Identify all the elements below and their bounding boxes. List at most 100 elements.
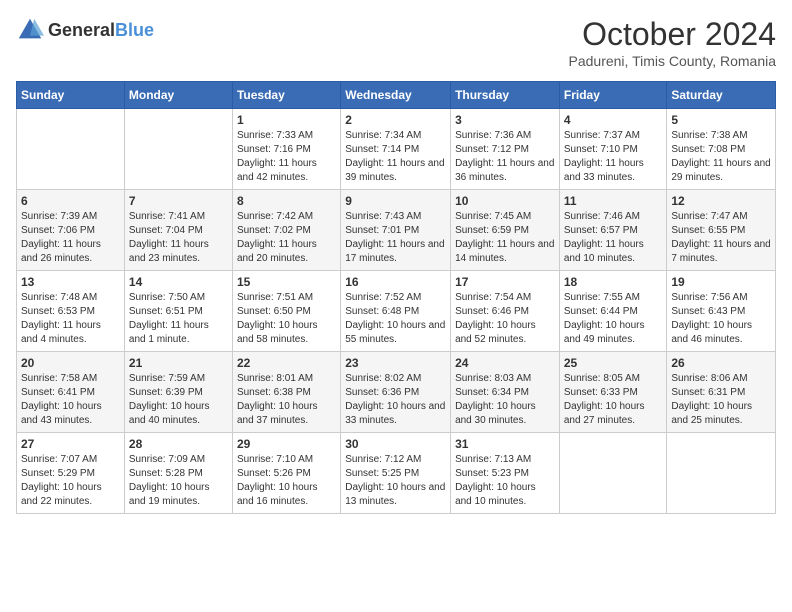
calendar-cell: 3 Sunrise: 7:36 AM Sunset: 7:12 PM Daylig…: [451, 109, 560, 190]
day-number: 5: [671, 113, 771, 127]
calendar-cell: 8 Sunrise: 7:42 AM Sunset: 7:02 PM Daylig…: [232, 190, 340, 271]
calendar-cell: 15 Sunrise: 7:51 AM Sunset: 6:50 PM Dayli…: [232, 271, 340, 352]
logo: GeneralBlue: [16, 16, 154, 44]
day-number: 2: [345, 113, 446, 127]
calendar-cell: 26 Sunrise: 8:06 AM Sunset: 6:31 PM Dayli…: [667, 352, 776, 433]
calendar-cell: 25Sunrise: 8:05 AM Sunset: 6:33 PM Dayli…: [559, 352, 667, 433]
day-info: Sunrise: 7:39 AM Sunset: 7:06 PM Dayligh…: [21, 210, 120, 266]
calendar-cell: 14 Sunrise: 7:50 AM Sunset: 6:51 PM Dayli…: [124, 271, 232, 352]
calendar-header-row: SundayMondayTuesdayWednesdayThursdayFrid…: [17, 82, 776, 109]
day-number: 6: [21, 194, 120, 208]
day-number: 24: [455, 356, 555, 370]
day-of-week-monday: Monday: [124, 82, 232, 109]
calendar-week-5: 27Sunrise: 7:07 AM Sunset: 5:29 PM Dayli…: [17, 433, 776, 514]
day-number: 20: [21, 356, 120, 370]
day-info: Sunrise: 8:02 AM Sunset: 6:36 PM Dayligh…: [345, 372, 446, 428]
day-of-week-sunday: Sunday: [17, 82, 125, 109]
calendar-title: October 2024: [569, 16, 777, 53]
day-number: 17: [455, 275, 555, 289]
day-info: Sunrise: 7:33 AM Sunset: 7:16 PM Dayligh…: [237, 129, 336, 185]
calendar-cell: 7Sunrise: 7:41 AM Sunset: 7:04 PM Daylig…: [124, 190, 232, 271]
calendar-cell: 1Sunrise: 7:33 AM Sunset: 7:16 PM Daylig…: [232, 109, 340, 190]
calendar-cell: 27Sunrise: 7:07 AM Sunset: 5:29 PM Dayli…: [17, 433, 125, 514]
day-info: Sunrise: 7:37 AM Sunset: 7:10 PM Dayligh…: [564, 129, 663, 185]
calendar-cell: 5 Sunrise: 7:38 AM Sunset: 7:08 PM Daylig…: [667, 109, 776, 190]
calendar-table: SundayMondayTuesdayWednesdayThursdayFrid…: [16, 81, 776, 514]
day-number: 26: [671, 356, 771, 370]
day-number: 4: [564, 113, 663, 127]
calendar-cell: [17, 109, 125, 190]
day-info: Sunrise: 7:13 AM Sunset: 5:23 PM Dayligh…: [455, 453, 555, 509]
calendar-cell: 24 Sunrise: 8:03 AM Sunset: 6:34 PM Dayli…: [451, 352, 560, 433]
day-info: Sunrise: 7:38 AM Sunset: 7:08 PM Dayligh…: [671, 129, 771, 185]
calendar-cell: 6 Sunrise: 7:39 AM Sunset: 7:06 PM Daylig…: [17, 190, 125, 271]
day-info: Sunrise: 8:01 AM Sunset: 6:38 PM Dayligh…: [237, 372, 336, 428]
calendar-week-2: 6 Sunrise: 7:39 AM Sunset: 7:06 PM Daylig…: [17, 190, 776, 271]
calendar-cell: 31 Sunrise: 7:13 AM Sunset: 5:23 PM Dayli…: [451, 433, 560, 514]
calendar-cell: 12 Sunrise: 7:47 AM Sunset: 6:55 PM Dayli…: [667, 190, 776, 271]
page-header: GeneralBlue October 2024 Padureni, Timis…: [16, 16, 776, 69]
calendar-cell: 10Sunrise: 7:45 AM Sunset: 6:59 PM Dayli…: [451, 190, 560, 271]
day-number: 16: [345, 275, 446, 289]
day-info: Sunrise: 7:41 AM Sunset: 7:04 PM Dayligh…: [129, 210, 228, 266]
day-of-week-thursday: Thursday: [451, 82, 560, 109]
day-number: 18: [564, 275, 663, 289]
day-info: Sunrise: 7:51 AM Sunset: 6:50 PM Dayligh…: [237, 291, 336, 347]
logo-blue: Blue: [115, 20, 154, 40]
day-number: 19: [671, 275, 771, 289]
day-info: Sunrise: 7:42 AM Sunset: 7:02 PM Dayligh…: [237, 210, 336, 266]
calendar-cell: 18 Sunrise: 7:55 AM Sunset: 6:44 PM Dayli…: [559, 271, 667, 352]
day-info: Sunrise: 7:43 AM Sunset: 7:01 PM Dayligh…: [345, 210, 446, 266]
calendar-cell: [124, 109, 232, 190]
day-number: 30: [345, 437, 446, 451]
day-info: Sunrise: 7:10 AM Sunset: 5:26 PM Dayligh…: [237, 453, 336, 509]
calendar-cell: 17 Sunrise: 7:54 AM Sunset: 6:46 PM Dayli…: [451, 271, 560, 352]
day-number: 12: [671, 194, 771, 208]
day-number: 29: [237, 437, 336, 451]
day-info: Sunrise: 8:03 AM Sunset: 6:34 PM Dayligh…: [455, 372, 555, 428]
day-info: Sunrise: 7:45 AM Sunset: 6:59 PM Dayligh…: [455, 210, 555, 266]
day-number: 27: [21, 437, 120, 451]
day-info: Sunrise: 7:09 AM Sunset: 5:28 PM Dayligh…: [129, 453, 228, 509]
calendar-week-3: 13Sunrise: 7:48 AM Sunset: 6:53 PM Dayli…: [17, 271, 776, 352]
day-info: Sunrise: 7:36 AM Sunset: 7:12 PM Dayligh…: [455, 129, 555, 185]
logo-general: General: [48, 20, 115, 40]
day-of-week-friday: Friday: [559, 82, 667, 109]
calendar-cell: 13Sunrise: 7:48 AM Sunset: 6:53 PM Dayli…: [17, 271, 125, 352]
day-info: Sunrise: 7:55 AM Sunset: 6:44 PM Dayligh…: [564, 291, 663, 347]
day-number: 8: [237, 194, 336, 208]
day-number: 14: [129, 275, 228, 289]
day-number: 11: [564, 194, 663, 208]
day-number: 31: [455, 437, 555, 451]
calendar-cell: 21 Sunrise: 7:59 AM Sunset: 6:39 PM Dayli…: [124, 352, 232, 433]
calendar-cell: 2 Sunrise: 7:34 AM Sunset: 7:14 PM Daylig…: [341, 109, 451, 190]
calendar-cell: [559, 433, 667, 514]
day-info: Sunrise: 7:46 AM Sunset: 6:57 PM Dayligh…: [564, 210, 663, 266]
calendar-cell: 30Sunrise: 7:12 AM Sunset: 5:25 PM Dayli…: [341, 433, 451, 514]
day-info: Sunrise: 7:34 AM Sunset: 7:14 PM Dayligh…: [345, 129, 446, 185]
calendar-cell: 23 Sunrise: 8:02 AM Sunset: 6:36 PM Dayli…: [341, 352, 451, 433]
calendar-cell: 29 Sunrise: 7:10 AM Sunset: 5:26 PM Dayli…: [232, 433, 340, 514]
day-info: Sunrise: 7:56 AM Sunset: 6:43 PM Dayligh…: [671, 291, 771, 347]
day-info: Sunrise: 7:50 AM Sunset: 6:51 PM Dayligh…: [129, 291, 228, 347]
calendar-cell: 9 Sunrise: 7:43 AM Sunset: 7:01 PM Daylig…: [341, 190, 451, 271]
day-info: Sunrise: 7:59 AM Sunset: 6:39 PM Dayligh…: [129, 372, 228, 428]
calendar-cell: 4 Sunrise: 7:37 AM Sunset: 7:10 PM Daylig…: [559, 109, 667, 190]
calendar-cell: 16Sunrise: 7:52 AM Sunset: 6:48 PM Dayli…: [341, 271, 451, 352]
day-number: 21: [129, 356, 228, 370]
calendar-cell: 20Sunrise: 7:58 AM Sunset: 6:41 PM Dayli…: [17, 352, 125, 433]
calendar-cell: [667, 433, 776, 514]
day-number: 15: [237, 275, 336, 289]
calendar-week-4: 20Sunrise: 7:58 AM Sunset: 6:41 PM Dayli…: [17, 352, 776, 433]
day-number: 9: [345, 194, 446, 208]
day-number: 23: [345, 356, 446, 370]
day-number: 3: [455, 113, 555, 127]
day-info: Sunrise: 7:47 AM Sunset: 6:55 PM Dayligh…: [671, 210, 771, 266]
logo-icon: [16, 16, 44, 44]
day-of-week-tuesday: Tuesday: [232, 82, 340, 109]
day-info: Sunrise: 8:06 AM Sunset: 6:31 PM Dayligh…: [671, 372, 771, 428]
day-of-week-saturday: Saturday: [667, 82, 776, 109]
day-of-week-wednesday: Wednesday: [341, 82, 451, 109]
calendar-cell: 19 Sunrise: 7:56 AM Sunset: 6:43 PM Dayli…: [667, 271, 776, 352]
day-info: Sunrise: 7:54 AM Sunset: 6:46 PM Dayligh…: [455, 291, 555, 347]
